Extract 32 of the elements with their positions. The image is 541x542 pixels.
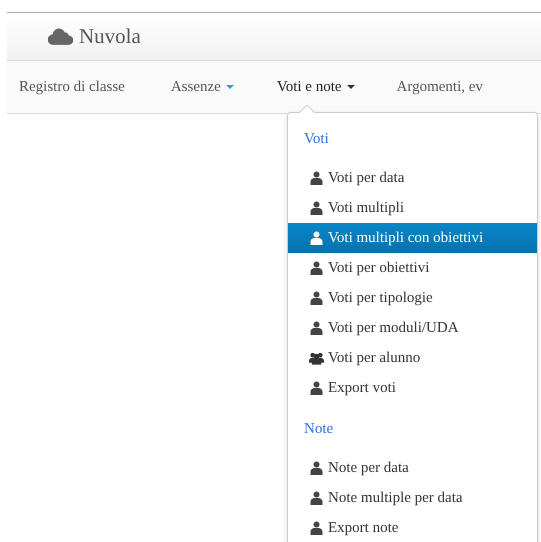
menu-item[interactable]: Export note [288, 513, 537, 542]
user-icon [309, 201, 324, 215]
user-icon [309, 231, 324, 245]
menu-header: Voti [303, 130, 330, 149]
menu-item[interactable]: Voti per obiettivi [288, 253, 537, 283]
group-icon [309, 351, 324, 365]
nav-link[interactable]: Argomenti, ev [396, 78, 483, 96]
menu-item[interactable]: Note per data [288, 453, 537, 483]
caret-icon [346, 85, 355, 89]
user-icon [309, 521, 324, 535]
menu-item[interactable]: Voti per data [288, 163, 537, 193]
nav-link[interactable]: Voti e note [276, 78, 355, 96]
menu-item[interactable]: Voti per alunno [288, 343, 537, 373]
menu-item[interactable]: Voti multipli [288, 193, 537, 223]
menu-item[interactable]: Voti multipli con obiettivi [288, 223, 537, 253]
menu-item[interactable]: Note multiple per data [288, 483, 537, 513]
menu-header: Note [303, 420, 334, 439]
cloud-icon [48, 28, 73, 45]
brand-title[interactable]: Nuvola [79, 24, 141, 49]
caret-icon [226, 85, 234, 89]
user-icon [309, 291, 324, 305]
nav-link[interactable]: Registro di classe [19, 78, 125, 96]
menu-item[interactable]: Voti per tipologie [288, 283, 537, 313]
user-icon [309, 461, 324, 475]
menu-item[interactable]: Voti per moduli/UDA [288, 313, 537, 343]
nav-link[interactable]: Assenze [170, 78, 234, 96]
menu-item[interactable]: Export voti [288, 373, 537, 403]
user-icon [309, 171, 324, 185]
user-icon [309, 381, 324, 395]
user-icon [309, 261, 324, 275]
user-icon [309, 321, 324, 335]
user-icon [309, 491, 324, 505]
